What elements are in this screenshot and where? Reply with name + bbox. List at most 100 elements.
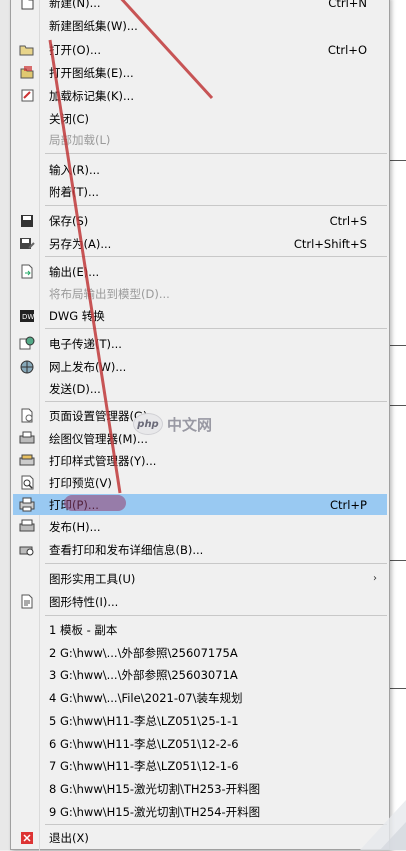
drawing-line: [390, 688, 406, 689]
recent-file-8[interactable]: 8 G:\hww\H15-激光切割\TH253-开料图: [13, 778, 387, 799]
recent-file-label: 9 G:\hww\H15-激光切割\TH254-开料图: [49, 804, 261, 819]
plot-style-icon: [19, 453, 35, 468]
menu-item-web-publish[interactable]: 网上发布(W)...: [13, 356, 387, 377]
menu-item-label: 输出(E)...: [49, 264, 100, 279]
menu-item-shortcut: Ctrl+N: [328, 0, 367, 10]
menu-item-label: 输入(R)...: [49, 162, 100, 177]
menu-item-label: 发送(D)...: [49, 381, 101, 396]
menu-item-label: 关闭(C): [49, 111, 90, 126]
recent-file-label: 7 G:\hww\H11-李总\LZ051\12-1-6: [49, 758, 239, 773]
menu-separator: [45, 256, 387, 257]
plotter-icon: [19, 431, 35, 446]
drawing-line: [390, 160, 406, 161]
drawing-line: [390, 345, 406, 346]
menu-separator: [45, 401, 387, 402]
page-setup-icon: [19, 408, 35, 423]
menu-item-save-as[interactable]: 另存为(A)... Ctrl+Shift+S: [13, 233, 387, 254]
menu-item-open[interactable]: 打开(O)... Ctrl+O: [13, 39, 387, 60]
menu-item-label: 退出(X): [49, 830, 89, 845]
recent-file-label: 8 G:\hww\H15-激光切割\TH253-开料图: [49, 781, 261, 796]
web-publish-icon: [19, 359, 35, 374]
menu-item-dwg-convert[interactable]: DWG DWG 转换: [13, 305, 387, 326]
etransmit-icon: [19, 336, 35, 351]
markup-icon: [19, 88, 35, 103]
recent-file-label: 4 G:\hww\...\File\2021-07\装车规划: [49, 690, 243, 705]
save-icon: [19, 213, 35, 228]
recent-file-4[interactable]: 4 G:\hww\...\File\2021-07\装车规划: [13, 687, 387, 708]
drawing-properties-icon: [19, 594, 35, 609]
print-preview-icon: [19, 475, 35, 490]
menu-separator: [45, 153, 387, 154]
dwg-convert-icon: DWG: [19, 308, 35, 323]
open-folder-icon: [19, 42, 35, 57]
menu-item-label: 新建图纸集(W)...: [49, 18, 138, 33]
highlight-annotation: [64, 495, 126, 511]
menu-item-label: 附着(T)...: [49, 184, 99, 199]
watermark-text: 中文网: [167, 415, 213, 434]
menu-separator: [45, 615, 387, 616]
menu-item-label: 将布局输出到模型(D)...: [49, 286, 170, 301]
menu-item-drawing-properties[interactable]: 图形特性(I)...: [13, 591, 387, 612]
menu-item-label: 打印预览(V): [49, 475, 112, 490]
recent-file-3[interactable]: 3 G:\hww\...\外部参照\25603071A: [13, 664, 387, 685]
new-file-icon: [19, 0, 35, 10]
drawing-line: [390, 405, 406, 406]
menu-item-publish[interactable]: 发布(H)...: [13, 516, 387, 537]
menu-item-plot-details[interactable]: 查看打印和发布详细信息(B)...: [13, 539, 387, 560]
recent-file-label: 1 模板 - 副本: [49, 622, 118, 637]
export-icon: [19, 264, 35, 279]
menu-item-label: 图形特性(I)...: [49, 594, 119, 609]
menu-item-export[interactable]: 输出(E)...: [13, 261, 387, 282]
drawing-line: [390, 560, 406, 561]
menu-item-label: 另存为(A)...: [49, 236, 112, 251]
menu-item-export-layout[interactable]: 将布局输出到模型(D)...: [13, 283, 387, 304]
menu-item-shortcut: Ctrl+Shift+S: [293, 236, 367, 251]
recent-file-label: 2 G:\hww\...\外部参照\25607175A: [49, 645, 238, 660]
menu-item-shortcut: Ctrl+O: [327, 42, 367, 57]
menu-item-label: DWG 转换: [49, 308, 105, 323]
menu-separator: [45, 563, 387, 564]
drawing-area-edge: [390, 0, 406, 850]
exit-icon: [19, 830, 35, 845]
menu-item-print-preview[interactable]: 打印预览(V): [13, 472, 387, 493]
recent-file-1[interactable]: 1 模板 - 副本: [13, 619, 387, 640]
menu-item-label: 加载标记集(K)...: [49, 88, 134, 103]
recent-file-9[interactable]: 9 G:\hww\H15-激光切割\TH254-开料图: [13, 801, 387, 822]
menu-item-etransmit[interactable]: 电子传递(T)...: [13, 333, 387, 354]
menu-item-new[interactable]: 新建(N)... Ctrl+N: [13, 0, 387, 13]
menu-item-drawing-utilities[interactable]: 图形实用工具(U) ›: [13, 568, 387, 589]
menu-item-partial-load[interactable]: 局部加载(L): [13, 129, 387, 150]
menu-item-shortcut: Ctrl+P: [329, 497, 367, 512]
menu-separator: [45, 328, 387, 329]
menu-item-close[interactable]: 关闭(C): [13, 108, 387, 129]
recent-file-2[interactable]: 2 G:\hww\...\外部参照\25607175A: [13, 642, 387, 663]
plot-details-icon: [19, 542, 35, 557]
menu-item-label: 发布(H)...: [49, 519, 101, 534]
menu-item-attach[interactable]: 附着(T)...: [13, 181, 387, 202]
recent-file-label: 3 G:\hww\...\外部参照\25603071A: [49, 667, 238, 682]
menu-item-open-sheetset[interactable]: 打开图纸集(E)...: [13, 62, 387, 83]
menu-item-label: 局部加载(L): [49, 132, 111, 147]
corner-logo-icon: [360, 800, 406, 850]
menu-separator: [45, 824, 387, 825]
menu-item-label: 新建(N)...: [49, 0, 101, 10]
save-as-icon: [19, 236, 35, 251]
menu-item-save[interactable]: 保存(S) Ctrl+S: [13, 210, 387, 231]
recent-file-6[interactable]: 6 G:\hww\H11-李总\LZ051\12-2-6: [13, 733, 387, 754]
menu-item-label: 图形实用工具(U): [49, 571, 136, 586]
menu-item-new-sheetset[interactable]: 新建图纸集(W)...: [13, 15, 387, 36]
recent-file-5[interactable]: 5 G:\hww\H11-李总\LZ051\25-1-1: [13, 710, 387, 731]
menu-item-label: 网上发布(W)...: [49, 359, 127, 374]
menu-item-shortcut: Ctrl+S: [329, 213, 367, 228]
recent-file-7[interactable]: 7 G:\hww\H11-李总\LZ051\12-1-6: [13, 755, 387, 776]
menu-item-load-markup[interactable]: 加载标记集(K)...: [13, 85, 387, 106]
recent-file-label: 6 G:\hww\H11-李总\LZ051\12-2-6: [49, 736, 239, 751]
menu-item-plot-style-manager[interactable]: 打印样式管理器(Y)...: [13, 450, 387, 471]
menu-item-import[interactable]: 输入(R)...: [13, 159, 387, 180]
menu-item-send[interactable]: 发送(D)...: [13, 378, 387, 399]
menu-item-label: 保存(S): [49, 213, 89, 228]
open-sheetset-icon: [19, 65, 35, 80]
menu-item-label: 查看打印和发布详细信息(B)...: [49, 542, 204, 557]
menu-item-exit[interactable]: 退出(X): [13, 827, 387, 848]
menu-item-label: 电子传递(T)...: [49, 336, 122, 351]
